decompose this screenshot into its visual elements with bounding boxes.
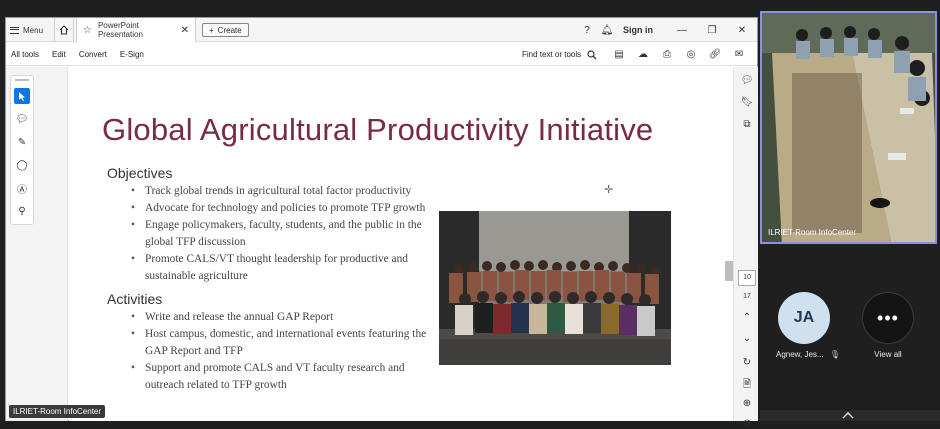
save-icon[interactable]: ▤	[612, 49, 626, 60]
objectives-list: Track global trends in agricultural tota…	[129, 183, 429, 285]
create-button[interactable]: + Create	[202, 23, 249, 37]
find-label: Find text or tools	[522, 50, 582, 59]
page-scrollbar[interactable]	[725, 261, 733, 281]
participant-tile[interactable]: JA Agnew, Jes... 🎙︎	[776, 292, 840, 359]
objectives-heading: Objectives	[107, 165, 173, 181]
video-tile-label: ILRIET-Room InfoCenter	[768, 228, 857, 237]
lasso-icon[interactable]: ◯	[14, 157, 30, 173]
avatar: JA	[778, 292, 830, 344]
home-button[interactable]	[54, 18, 74, 42]
menu-button[interactable]: Menu	[10, 18, 43, 42]
comment-panel-icon[interactable]: 💬︎	[739, 75, 755, 86]
titlebar-right-controls: ? 🔔︎ Sign in — ❐ ✕	[577, 18, 757, 42]
activities-heading: Activities	[107, 291, 163, 307]
pages-icon[interactable]: ⧉	[739, 119, 755, 130]
view-all-tile[interactable]: ••• View all	[860, 292, 916, 359]
search-icon	[587, 49, 597, 59]
text-box-icon[interactable]: Ⓐ	[14, 180, 30, 196]
panel-grip[interactable]	[15, 79, 29, 81]
menu-all-tools[interactable]: All tools	[11, 50, 39, 59]
list-item: Advocate for technology and policies to …	[129, 200, 429, 217]
slide-page: Global Agricultural Productivity Initiat…	[69, 67, 733, 421]
home-icon	[59, 25, 69, 35]
upload-cloud-icon[interactable]: ☁	[636, 49, 650, 60]
shared-screen-acrobat: Menu ☆ PowerPoint Presentation ✕ + Creat…	[5, 17, 758, 429]
list-item: Promote CALS/VT thought leadership for p…	[129, 251, 429, 285]
crosshair-cursor-icon: ✛	[604, 184, 614, 196]
meeting-window: Menu ☆ PowerPoint Presentation ✕ + Creat…	[0, 0, 940, 429]
zoom-out-icon[interactable]: ⊖	[739, 418, 755, 429]
list-item: Host campus, domestic, and international…	[129, 326, 429, 360]
activities-list: Write and release the annual GAP Report …	[129, 309, 429, 394]
bell-icon[interactable]: 🔔︎	[597, 25, 617, 36]
star-icon[interactable]: ☆	[83, 25, 92, 36]
acrobat-toolbar: All tools Edit Convert E-Sign Find text …	[6, 43, 757, 66]
more-icon: •••	[862, 292, 914, 344]
slide-title: Global Agricultural Productivity Initiat…	[102, 112, 654, 147]
current-page-field[interactable]: 10	[738, 270, 756, 286]
expand-chevron-up-icon[interactable]	[842, 411, 854, 419]
list-item: Support and promote CALS and VT faculty …	[129, 360, 429, 394]
close-window-icon[interactable]: ✕	[727, 25, 757, 36]
tab-title: PowerPoint Presentation	[97, 21, 143, 39]
participant-name: Agnew, Jes...	[776, 350, 824, 359]
help-icon[interactable]: ?	[577, 25, 597, 36]
screen-share-label: ILRIET-Room InfoCenter	[9, 405, 106, 418]
total-pages: 17	[743, 293, 751, 300]
zoom-in-icon[interactable]: ⊕	[739, 398, 755, 409]
group-photo	[439, 211, 671, 365]
rotate-icon[interactable]: ↻	[739, 357, 755, 368]
hamburger-icon	[10, 26, 19, 34]
chevron-down-icon[interactable]: ⌄	[739, 333, 755, 344]
add-comment-icon[interactable]: 💬︎	[14, 111, 30, 127]
toolbar-menu: All tools Edit Convert E-Sign	[11, 43, 144, 66]
document-icon[interactable]: 🗎︎	[739, 377, 755, 394]
plus-icon: +	[209, 25, 214, 35]
restore-icon[interactable]: ❐	[697, 25, 727, 36]
quick-tools-panel: 💬︎ ✎ ◯ Ⓐ ⚲	[10, 75, 34, 225]
view-all-label: View all	[874, 350, 902, 359]
chevron-up-icon[interactable]: ⌃	[739, 312, 755, 323]
pen-icon[interactable]: ✎	[14, 134, 30, 150]
menu-label: Menu	[23, 25, 44, 35]
right-tool-rail: 💬︎ 🔖︎ ⧉ 10 17 ⌃ ⌄ ↻ 🗎︎ ⊕ ⊖	[733, 67, 758, 429]
link-icon[interactable]: 🔗︎	[708, 49, 722, 60]
list-item: Write and release the annual GAP Report	[129, 309, 429, 326]
select-cursor-icon[interactable]	[14, 88, 30, 104]
find-tools-search[interactable]: Find text or tools	[522, 43, 597, 66]
menu-edit[interactable]: Edit	[52, 50, 66, 59]
minimize-icon[interactable]: —	[667, 25, 697, 36]
mic-muted-icon: 🎙︎	[829, 350, 840, 359]
menu-e-sign[interactable]: E-Sign	[120, 50, 144, 59]
print-icon[interactable]: ⎙	[660, 49, 674, 60]
bookmark-icon[interactable]: 🔖︎	[739, 97, 755, 108]
email-icon[interactable]: ✉	[732, 49, 746, 60]
close-tab-icon[interactable]: ✕	[181, 25, 189, 36]
acrobat-titlebar: Menu ☆ PowerPoint Presentation ✕ + Creat…	[6, 18, 757, 42]
list-item: Track global trends in agricultural tota…	[129, 183, 429, 200]
left-tool-rail: 💬︎ ✎ ◯ Ⓐ ⚲	[6, 67, 68, 421]
tab-powerpoint-presentation[interactable]: ☆ PowerPoint Presentation ✕	[76, 18, 196, 42]
sign-in-button[interactable]: Sign in	[623, 25, 653, 35]
room-video-feed	[762, 13, 935, 242]
video-tile-ilriet-room[interactable]: ILRIET-Room InfoCenter	[760, 11, 937, 244]
ai-assistant-icon[interactable]: ◎	[684, 49, 698, 60]
list-item: Engage policymakers, faculty, students, …	[129, 217, 429, 251]
menu-convert[interactable]: Convert	[79, 50, 107, 59]
stamp-icon[interactable]: ⚲	[14, 203, 30, 219]
participant-name-row: Agnew, Jes... 🎙︎	[776, 350, 840, 359]
toolbar-quick-tools: ▤ ☁ ⎙ ◎ 🔗︎ ✉	[612, 43, 746, 66]
create-label: Create	[217, 25, 242, 35]
